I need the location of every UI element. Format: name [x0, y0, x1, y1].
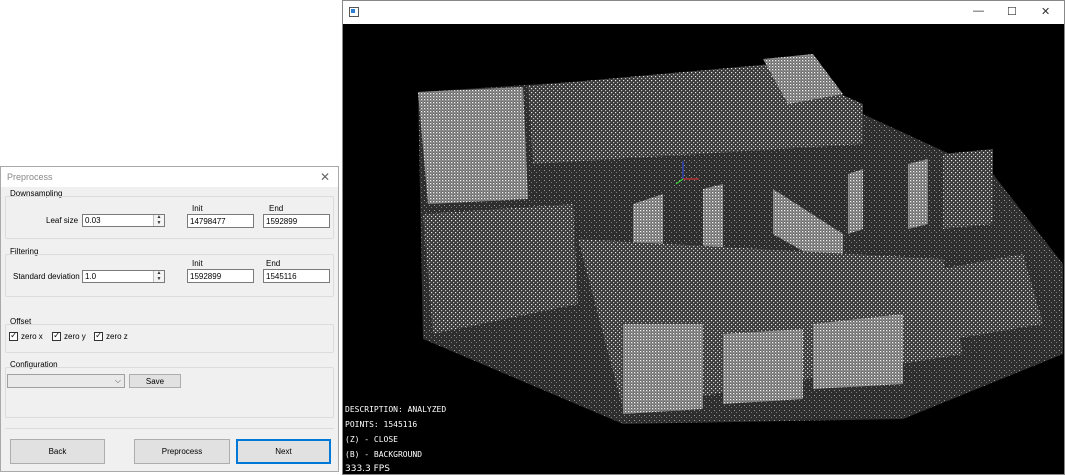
front-room [623, 324, 703, 414]
front-room [723, 329, 803, 404]
downsampling-end-label: End [269, 204, 284, 213]
preprocess-button[interactable]: Preprocess [134, 439, 230, 464]
filtering-end-label: End [266, 259, 281, 268]
close-hint-text: (Z) - CLOSE [345, 435, 398, 444]
std-dev-spinbox[interactable]: ▲ ▼ [82, 270, 165, 283]
zero-x-label: zero x [21, 332, 43, 341]
front-room [813, 314, 903, 389]
right-wall [943, 149, 993, 229]
checkbox-box[interactable]: ✓ [52, 330, 61, 341]
filtering-end-field[interactable] [263, 269, 330, 283]
check-mark-icon: ✓ [95, 330, 103, 340]
leaf-size-input[interactable] [85, 215, 151, 226]
std-dev-input[interactable] [85, 271, 151, 282]
downsampling-group: Downsampling Leaf size ▲ ▼ Init End [5, 189, 334, 239]
chevron-down-icon[interactable]: ⌵ [115, 376, 121, 386]
save-button[interactable]: Save [129, 374, 181, 388]
check-mark-icon: ✓ [10, 330, 18, 340]
points-count-text: POINTS: 1545116 [345, 420, 418, 429]
interior-wall [908, 159, 928, 229]
zero-z-checkbox[interactable]: ✓ zero z [94, 330, 128, 341]
configuration-group: Configuration [5, 360, 334, 418]
downsampling-end-field[interactable] [263, 214, 330, 228]
dialog-title: Preprocess [7, 172, 53, 182]
filtering-group: Filtering Standard deviation ▲ ▼ Init En… [5, 247, 334, 297]
minimize-icon[interactable]: — [973, 5, 984, 17]
viewer-titlebar[interactable]: — ☐ ✕ [343, 1, 1064, 24]
checkbox-box[interactable]: ✓ [94, 330, 103, 341]
viewer-canvas[interactable]: DESCRIPTION: ANALYZED POINTS: 1545116 (Z… [343, 24, 1064, 474]
spin-down-icon[interactable]: ▼ [154, 277, 164, 282]
dialog-titlebar[interactable]: Preprocess ✕ [1, 167, 338, 187]
back-button[interactable]: Back [10, 439, 105, 464]
dialog-close-icon[interactable]: ✕ [320, 170, 330, 184]
leaf-size-label: Leaf size [46, 216, 79, 225]
leaf-size-spinbox[interactable]: ▲ ▼ [82, 214, 165, 227]
point-cloud-render [418, 54, 1063, 424]
offset-group: Offset ✓ zero x ✓ zero y ✓ zero z [5, 317, 334, 353]
zero-x-checkbox[interactable]: ✓ zero x [9, 330, 43, 341]
background-hint-text: (B) - BACKGROUND [345, 450, 423, 459]
point-cloud-viewer-window: — ☐ ✕ DESCRIPTION: ANALYZED POINTS: 1545… [342, 0, 1065, 475]
description-text: DESCRIPTION: ANALYZED [345, 405, 447, 414]
app-icon [349, 7, 359, 17]
zero-y-checkbox[interactable]: ✓ zero y [52, 330, 86, 341]
std-dev-spin-buttons[interactable]: ▲ ▼ [153, 271, 164, 282]
check-mark-icon: ✓ [53, 330, 61, 340]
maximize-icon[interactable]: ☐ [1007, 5, 1017, 18]
downsampling-init-label: Init [192, 204, 203, 213]
zero-z-label: zero z [106, 332, 128, 341]
close-icon[interactable]: ✕ [1041, 5, 1050, 18]
interior-wall [848, 169, 863, 234]
downsampling-init-field[interactable] [187, 214, 254, 228]
leaf-size-spin-buttons[interactable]: ▲ ▼ [153, 215, 164, 226]
bottom-divider [5, 428, 334, 429]
configuration-dropdown[interactable]: ⌵ [7, 374, 125, 388]
fps-text: 333.3 FPS [345, 464, 390, 474]
zero-y-label: zero y [64, 332, 86, 341]
checkbox-box[interactable]: ✓ [9, 330, 18, 341]
next-button[interactable]: Next [236, 439, 331, 464]
filtering-init-label: Init [192, 259, 203, 268]
preprocess-dialog: Preprocess ✕ Downsampling Leaf size ▲ ▼ … [0, 166, 339, 472]
filtering-init-field[interactable] [187, 269, 254, 283]
left-room-block [418, 87, 528, 204]
std-dev-label: Standard deviation [13, 272, 80, 281]
spin-down-icon[interactable]: ▼ [154, 221, 164, 226]
